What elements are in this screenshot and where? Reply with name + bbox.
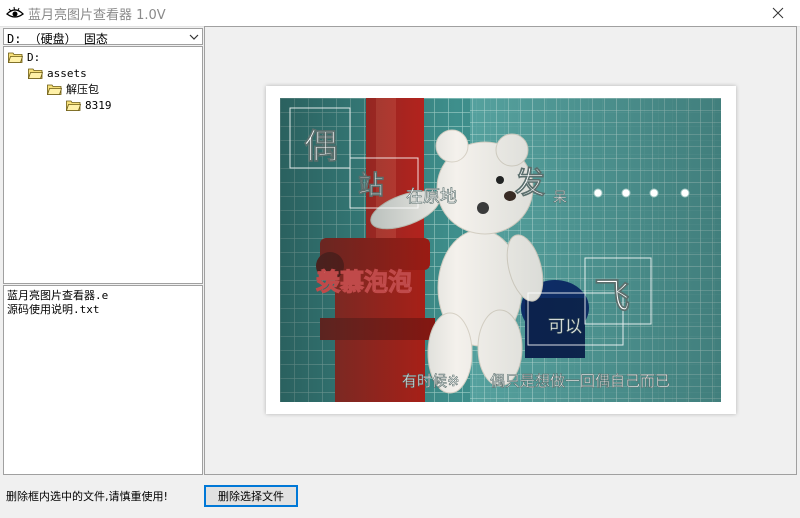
- title-bar: 蓝月亮图片查看器 1.0V: [0, 0, 800, 27]
- tree-item-assets[interactable]: assets: [28, 65, 87, 81]
- drive-select[interactable]: D: （硬盘） 固态: [3, 28, 203, 46]
- folder-open-icon: [47, 84, 62, 95]
- folder-open-icon: [66, 100, 81, 111]
- tree-item-label: 解压包: [66, 83, 99, 96]
- photo-frame: 偶 站 在原地 发 呆 羡慕泡泡 可以 飞 有时候※ 偶只是想做一回偶自己而已: [266, 86, 736, 414]
- overlay-text: 偶只是想做一回偶自己而已: [490, 372, 670, 390]
- file-item[interactable]: 源码使用说明.txt: [7, 301, 100, 317]
- status-bar: 删除框内选中的文件,请慎重使用!: [0, 476, 800, 518]
- tree-item-8319[interactable]: 8319: [66, 97, 112, 113]
- folder-open-icon: [28, 68, 43, 79]
- teddy-bear-photo: 偶 站 在原地 发 呆 羡慕泡泡 可以 飞 有时候※ 偶只是想做一回偶自己而已: [280, 98, 721, 402]
- drive-select-value: D: （硬盘） 固态: [7, 32, 108, 46]
- photo: 偶 站 在原地 发 呆 羡慕泡泡 可以 飞 有时候※ 偶只是想做一回偶自己而已: [280, 98, 721, 402]
- file-list[interactable]: 蓝月亮图片查看器.e 源码使用说明.txt: [3, 285, 203, 475]
- overlay-text: 站: [358, 171, 384, 201]
- image-viewer[interactable]: 偶 站 在原地 发 呆 羡慕泡泡 可以 飞 有时候※ 偶只是想做一回偶自己而已: [204, 26, 797, 475]
- overlay-text: 偶: [304, 127, 338, 167]
- tree-item-label: 8319: [85, 98, 112, 112]
- overlay-text: 飞: [594, 276, 630, 317]
- overlay-text: 有时候※: [402, 372, 460, 390]
- tree-item-label: D:: [27, 50, 41, 64]
- chevron-down-icon: [188, 31, 200, 43]
- tree-item-label: assets: [47, 66, 87, 80]
- close-button[interactable]: [756, 0, 800, 26]
- overlay-text: 羡慕泡泡: [316, 268, 412, 296]
- overlay-text: 可以: [548, 317, 582, 337]
- delete-warning-label: 删除框内选中的文件,请慎重使用!: [6, 490, 168, 503]
- window-title: 蓝月亮图片查看器 1.0V: [28, 8, 166, 23]
- folder-tree[interactable]: D: assets 解压包 8319: [3, 46, 203, 284]
- close-icon: [772, 7, 784, 19]
- tree-item-unzip[interactable]: 解压包: [47, 81, 99, 97]
- tree-item-drive[interactable]: D:: [8, 49, 40, 65]
- delete-selected-file-button[interactable]: 删除选择文件: [204, 485, 298, 507]
- overlay-text: 发: [514, 166, 545, 201]
- eye-icon: [6, 5, 24, 21]
- overlay-text: 呆: [553, 190, 567, 206]
- overlay-text: 在原地: [406, 187, 457, 207]
- folder-open-icon: [8, 52, 23, 63]
